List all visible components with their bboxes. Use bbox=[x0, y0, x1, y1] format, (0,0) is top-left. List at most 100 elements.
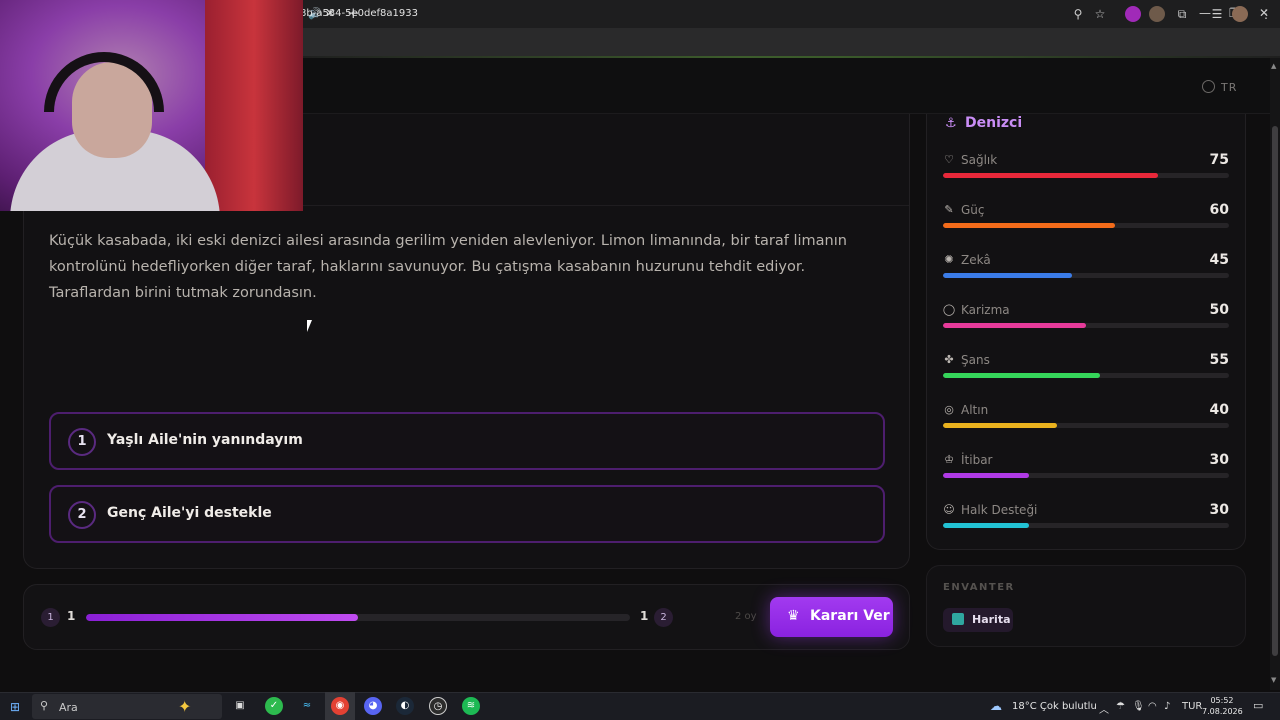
scrollbar-thumb[interactable] bbox=[1272, 126, 1278, 656]
stat-bar bbox=[943, 523, 1229, 528]
tray-wifi-icon[interactable]: ◠ bbox=[1148, 701, 1157, 712]
stat-bar-fill bbox=[943, 173, 1158, 178]
crown-icon: ♛ bbox=[787, 608, 800, 624]
app-clock-icon[interactable]: ◷ bbox=[429, 697, 447, 715]
stat-value: 30 bbox=[1209, 502, 1229, 518]
windows-start-icon[interactable]: ⊞ bbox=[10, 700, 20, 714]
scroll-up-arrow-icon[interactable]: ▲ bbox=[1271, 62, 1276, 70]
task-view-icon[interactable]: ▣ bbox=[231, 697, 249, 715]
app-header bbox=[303, 58, 1273, 114]
stat-icon: ☺ bbox=[943, 503, 955, 516]
stat-bar bbox=[943, 473, 1229, 478]
inventory-title: ENVANTER bbox=[943, 582, 1015, 593]
inventory-item-label: Harita bbox=[972, 613, 1011, 626]
stat-label: Altın bbox=[961, 403, 989, 417]
stat-bar-fill bbox=[943, 523, 1029, 528]
stat-bar bbox=[943, 223, 1229, 228]
app-wave-icon[interactable]: ≈ bbox=[298, 697, 316, 715]
stat-bar-fill bbox=[943, 473, 1029, 478]
webcam-headphones bbox=[44, 52, 164, 112]
stat-bar bbox=[943, 423, 1229, 428]
stat-label: Halk Desteği bbox=[961, 503, 1038, 517]
scroll-down-arrow-icon[interactable]: ▼ bbox=[1271, 676, 1276, 684]
tray-language[interactable]: TUR bbox=[1182, 701, 1202, 712]
character-name: Denizci bbox=[965, 115, 1023, 131]
inventory-item-map[interactable]: Harita bbox=[943, 608, 1013, 632]
story-text: Küçük kasabada, iki eski denizci ailesi … bbox=[49, 233, 847, 301]
bookmark-star-icon[interactable]: ☆ bbox=[1092, 6, 1108, 22]
stat-bar-fill bbox=[943, 323, 1086, 328]
steam-icon[interactable]: ◐ bbox=[396, 697, 414, 715]
weather-text[interactable]: 18°C Çok bulutlu bbox=[1012, 701, 1097, 712]
choice-option-1[interactable]: 1 Yaşlı Aile'nin yanındayım bbox=[49, 412, 885, 470]
zoom-icon[interactable]: ⚲ bbox=[1070, 6, 1086, 22]
map-icon bbox=[952, 613, 964, 625]
stat-label: İtibar bbox=[961, 453, 993, 467]
stat-value: 30 bbox=[1209, 452, 1229, 468]
tray-volume-icon[interactable]: ♪ bbox=[1164, 701, 1170, 712]
stat-bar bbox=[943, 373, 1229, 378]
vote-option-2-count: 1 bbox=[640, 609, 649, 623]
stat-value: 75 bbox=[1209, 152, 1229, 168]
webcam-background-curtain bbox=[205, 0, 303, 211]
stat-icon: ✺ bbox=[944, 253, 954, 266]
choice-number: 2 bbox=[68, 501, 96, 529]
tab-search-icon[interactable]: ☰ bbox=[1209, 6, 1225, 22]
extension-cookie-icon[interactable] bbox=[1149, 6, 1165, 22]
stat-value: 45 bbox=[1209, 252, 1229, 268]
stat-value: 60 bbox=[1209, 202, 1229, 218]
tray-network-icon[interactable]: ☂ bbox=[1116, 701, 1125, 712]
stat-bar-fill bbox=[943, 273, 1072, 278]
vote-total: 2 oy bbox=[735, 611, 757, 622]
story-header bbox=[303, 114, 909, 206]
weather-cloud-icon: ☁ bbox=[990, 699, 1002, 713]
chrome-icon[interactable]: ◉ bbox=[331, 697, 349, 715]
taskbar-clock[interactable]: 05:52 7.08.2026 bbox=[1202, 695, 1243, 717]
anchor-icon: ⚓ bbox=[945, 116, 957, 131]
stat-bar bbox=[943, 323, 1229, 328]
webcam-overlay bbox=[0, 0, 303, 211]
spotify-icon[interactable]: ≋ bbox=[462, 697, 480, 715]
stat-bar bbox=[943, 273, 1229, 278]
vote-progress-bar bbox=[86, 614, 630, 621]
profile-avatar[interactable] bbox=[1232, 6, 1248, 22]
vote-progress-fill bbox=[86, 614, 358, 621]
url-text[interactable]: 8b-a584-5e0def8a1933 bbox=[300, 8, 418, 19]
stat-icon: ♔ bbox=[944, 453, 954, 466]
stat-label: Zekâ bbox=[961, 253, 991, 267]
discord-icon[interactable]: ◕ bbox=[364, 697, 382, 715]
stat-icon: ◎ bbox=[944, 403, 954, 416]
decide-button[interactable]: ♛ Kararı Ver bbox=[770, 597, 893, 637]
app-green-icon[interactable]: ✓ bbox=[265, 697, 283, 715]
search-icon: ⚲ bbox=[40, 699, 49, 712]
browser-menu-icon[interactable]: ⋮ bbox=[1258, 6, 1274, 22]
globe-icon bbox=[1202, 80, 1215, 93]
vote-option-1-count: 1 bbox=[67, 609, 76, 623]
extensions-puzzle-icon[interactable]: ⧉ bbox=[1174, 6, 1190, 22]
stat-label: Şans bbox=[961, 353, 990, 367]
character-stats-card bbox=[926, 114, 1246, 550]
language-switcher[interactable]: TR bbox=[1202, 80, 1237, 94]
extension-icon[interactable] bbox=[1125, 6, 1141, 22]
stat-bar bbox=[943, 173, 1229, 178]
choice-option-2[interactable]: 2 Genç Aile'yi destekle bbox=[49, 485, 885, 543]
tray-expand-icon[interactable]: ︿ bbox=[1099, 701, 1109, 716]
notification-icon[interactable]: ▭ bbox=[1253, 699, 1263, 712]
clock-date: 7.08.2026 bbox=[1202, 707, 1243, 716]
choice-label: Genç Aile'yi destekle bbox=[107, 505, 272, 521]
choice-label: Yaşlı Aile'nin yanındayım bbox=[107, 432, 303, 448]
decide-button-label: Kararı Ver bbox=[810, 608, 890, 624]
stat-value: 50 bbox=[1209, 302, 1229, 318]
stat-bar-fill bbox=[943, 423, 1058, 428]
stat-value: 55 bbox=[1209, 352, 1229, 368]
taskbar-search-placeholder: Ara bbox=[59, 701, 78, 714]
tray-mic-icon[interactable]: 🎙 bbox=[1132, 701, 1145, 712]
stat-icon: ◯ bbox=[942, 303, 956, 316]
stat-value: 40 bbox=[1209, 402, 1229, 418]
stat-label: Güç bbox=[961, 203, 985, 217]
stat-label: Sağlık bbox=[961, 153, 998, 167]
vote-option-2-badge: 2 bbox=[654, 608, 673, 627]
stat-icon: ✎ bbox=[944, 203, 954, 216]
copilot-sparkle-icon: ✦ bbox=[178, 697, 192, 716]
stat-icon: ✤ bbox=[944, 353, 954, 366]
